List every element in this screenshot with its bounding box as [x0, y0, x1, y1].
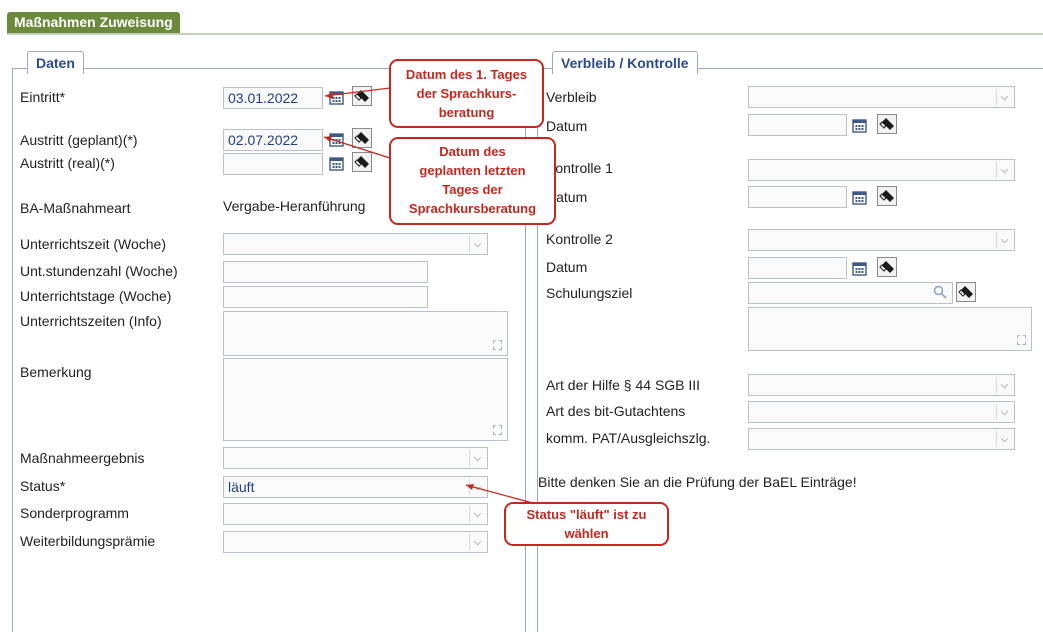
callout-eintritt-line-2: der Sprachkurs-: [416, 86, 517, 101]
callout-status-line-2: wählen: [564, 526, 609, 541]
callout-austritt-line-4: Sprachkursberatung: [408, 201, 537, 216]
callout-status-line-1: Status "läuft" ist zu: [526, 507, 647, 522]
callout-status: Status "läuft" ist zu wählen: [504, 502, 669, 546]
callout-austritt: Datum des geplanten letzten Tages der Sp…: [389, 137, 556, 225]
callout-eintritt-line-3: beratung: [438, 105, 495, 120]
callout-austritt-line-1: Datum des: [439, 144, 506, 159]
callout-austritt-line-3: Tages der: [442, 182, 503, 197]
callout-austritt-line-2: geplanten letzten: [419, 163, 526, 178]
callout-eintritt: Datum des 1. Tages der Sprachkurs- berat…: [389, 59, 544, 128]
callout-eintritt-line-1: Datum des 1. Tages: [405, 67, 528, 82]
